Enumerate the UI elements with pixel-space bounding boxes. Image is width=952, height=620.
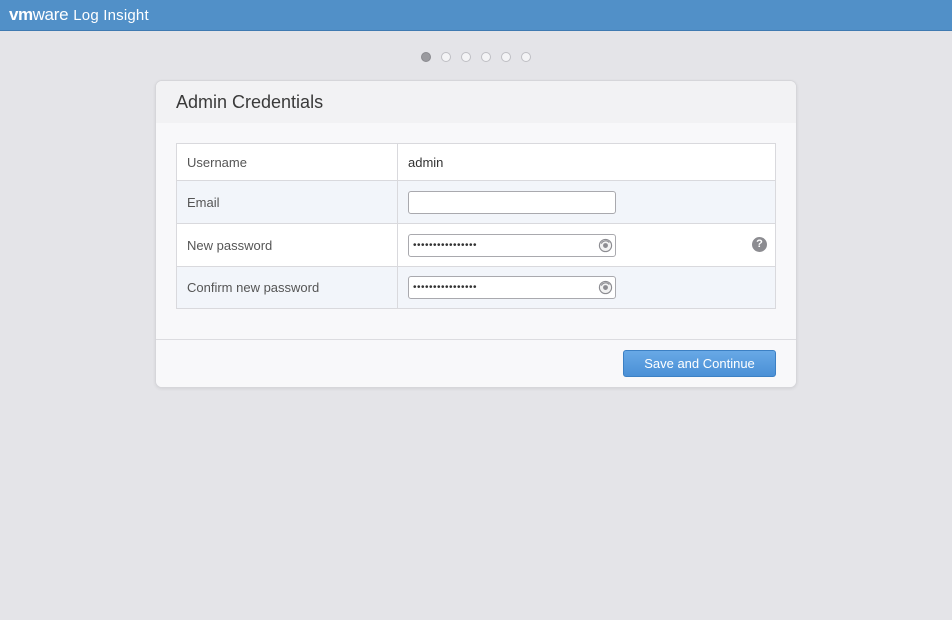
admin-credentials-card: Admin Credentials Username admin Email N… bbox=[155, 80, 797, 388]
email-value-cell bbox=[398, 181, 775, 223]
vmware-logo-ware: ware bbox=[32, 5, 69, 24]
confirm-password-value-cell: •••••••••••••••• bbox=[398, 267, 775, 308]
reveal-password-icon[interactable] bbox=[598, 238, 613, 253]
wizard-step-indicator bbox=[421, 52, 531, 62]
step-dot-2 bbox=[441, 52, 451, 62]
product-name: Log Insight bbox=[73, 6, 149, 24]
step-dot-4 bbox=[481, 52, 491, 62]
new-password-value-cell: •••••••••••••••• ? bbox=[398, 224, 775, 266]
username-row: Username admin bbox=[177, 144, 775, 180]
email-row: Email bbox=[177, 180, 775, 223]
username-label: Username bbox=[177, 144, 398, 180]
save-and-continue-button[interactable]: Save and Continue bbox=[623, 350, 776, 377]
reveal-confirm-password-icon[interactable] bbox=[598, 280, 613, 295]
page-title: Admin Credentials bbox=[176, 92, 324, 112]
confirm-password-row: Confirm new password •••••••••••••••• bbox=[177, 266, 775, 308]
confirm-password-field[interactable]: •••••••••••••••• bbox=[408, 276, 616, 299]
new-password-row: New password •••••••••••••••• ? bbox=[177, 223, 775, 266]
help-icon[interactable]: ? bbox=[752, 237, 767, 252]
username-value: admin bbox=[408, 154, 444, 170]
vmware-logo-vm: vm bbox=[9, 5, 33, 24]
confirm-password-masked-value: •••••••••••••••• bbox=[413, 282, 478, 293]
credentials-form: Username admin Email New password ••••••… bbox=[176, 143, 776, 309]
step-dot-5 bbox=[501, 52, 511, 62]
card-footer: Save and Continue bbox=[156, 339, 796, 387]
confirm-password-label: Confirm new password bbox=[177, 267, 398, 308]
email-label: Email bbox=[177, 181, 398, 223]
top-navbar: vm ware Log Insight bbox=[0, 0, 952, 31]
step-dot-6 bbox=[521, 52, 531, 62]
step-dot-1 bbox=[421, 52, 431, 62]
new-password-label: New password bbox=[177, 224, 398, 266]
card-body: Username admin Email New password ••••••… bbox=[156, 123, 796, 309]
new-password-masked-value: •••••••••••••••• bbox=[413, 239, 478, 251]
step-dot-3 bbox=[461, 52, 471, 62]
username-value-cell: admin bbox=[398, 144, 775, 180]
new-password-field[interactable]: •••••••••••••••• bbox=[408, 233, 616, 257]
email-field[interactable] bbox=[408, 190, 616, 214]
card-header: Admin Credentials bbox=[156, 81, 796, 123]
